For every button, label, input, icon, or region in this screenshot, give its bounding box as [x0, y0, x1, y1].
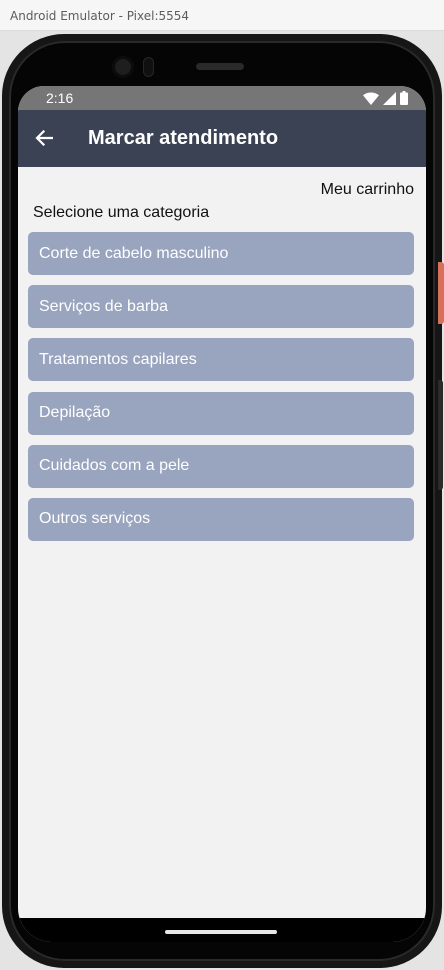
status-bar: 2:16	[18, 86, 426, 110]
status-time: 2:16	[46, 90, 74, 106]
volume-button[interactable]	[438, 380, 443, 490]
category-button-barba[interactable]: Serviços de barba	[28, 285, 414, 329]
earpiece-speaker	[196, 63, 244, 70]
category-button-tratamentos-capilares[interactable]: Tratamentos capilares	[28, 338, 414, 382]
section-label: Selecione uma categoria	[33, 204, 210, 221]
battery-icon	[400, 91, 408, 105]
cell-signal-icon	[383, 91, 396, 105]
category-list: Corte de cabelo masculino Serviços de ba…	[28, 232, 414, 551]
home-gesture-handle[interactable]	[165, 930, 277, 934]
emulator-window-title: Android Emulator - Pixel:5554	[10, 9, 190, 23]
page-title: Marcar atendimento	[88, 127, 279, 149]
back-button[interactable]	[28, 122, 60, 154]
arrow-left-icon	[35, 129, 54, 147]
category-button-depilacao[interactable]: Depilação	[28, 391, 414, 435]
wifi-icon	[363, 92, 379, 105]
status-icons	[363, 91, 408, 105]
cart-link[interactable]: Meu carrinho	[321, 181, 414, 199]
front-camera	[112, 56, 134, 78]
app-bar: Marcar atendimento	[18, 110, 426, 167]
device-screen: 2:16 Marcar atendimento Meu carrinho Sel…	[18, 86, 426, 942]
category-button-corte-de-cabelo[interactable]: Corte de cabelo masculino	[28, 232, 414, 275]
navigation-bar	[18, 918, 426, 942]
category-button-outros-servicos[interactable]: Outros serviços	[28, 497, 414, 541]
emulator-title-bar: Android Emulator - Pixel:5554	[0, 0, 444, 31]
power-button[interactable]	[438, 262, 444, 324]
proximity-sensor	[143, 57, 154, 77]
category-button-cuidados-pele[interactable]: Cuidados com a pele	[28, 444, 414, 488]
